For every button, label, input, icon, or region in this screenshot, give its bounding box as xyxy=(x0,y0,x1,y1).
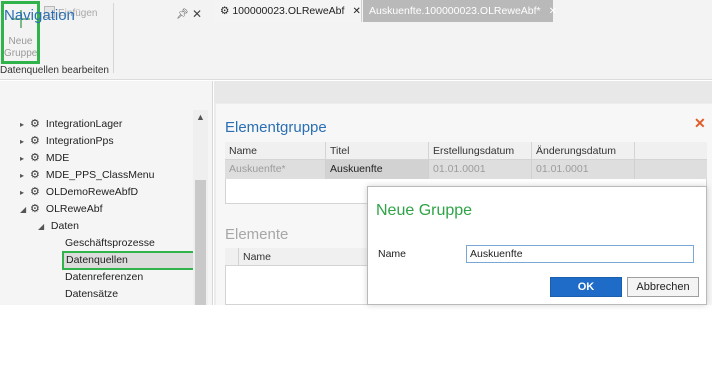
module-gear-icon: ⚙ xyxy=(30,152,40,164)
scroll-up-icon[interactable]: ▲ xyxy=(196,112,205,122)
collapse-arrow-icon[interactable]: ◢ xyxy=(38,219,48,235)
scrollbar-thumb[interactable] xyxy=(195,180,206,305)
close-document-icon[interactable]: ✕ xyxy=(694,115,706,132)
column-header-erstellungsdatum[interactable]: Erstellungsdatum xyxy=(429,142,532,160)
collapse-arrow-icon[interactable]: ◢ xyxy=(20,202,30,218)
module-gear-icon: ⚙ xyxy=(220,5,230,17)
dialog-title: Neue Gruppe xyxy=(376,202,473,219)
name-label: Name xyxy=(378,248,407,260)
module-gear-icon: ⚙ xyxy=(30,186,40,198)
pin-icon[interactable]: 📌︎ xyxy=(176,9,189,20)
tree-item-datenquellen[interactable]: Datenquellen xyxy=(62,251,195,270)
column-header-empty xyxy=(635,142,707,160)
expand-arrow-icon[interactable]: ▸ xyxy=(20,117,30,133)
tree-item-integrationlager[interactable]: ▸ ⚙ IntegrationLager xyxy=(20,116,122,132)
grid-corner xyxy=(225,248,239,266)
close-navigation-icon[interactable]: ✕ xyxy=(192,7,202,21)
tree-item-datensaetze[interactable]: Datensätze xyxy=(65,286,118,302)
column-header-titel[interactable]: Titel xyxy=(326,142,429,160)
column-header-aenderungsdatum[interactable]: Änderungsdatum xyxy=(532,142,635,160)
expand-arrow-icon[interactable]: ▸ xyxy=(20,151,30,167)
elementgruppe-title: Elementgruppe xyxy=(225,119,327,136)
ribbon-separator xyxy=(113,3,114,73)
expand-arrow-icon[interactable]: ▸ xyxy=(20,134,30,150)
tree-item-daten[interactable]: ◢ Daten xyxy=(38,218,79,234)
cancel-button[interactable]: Abbrechen xyxy=(627,277,699,297)
cell-empty xyxy=(635,160,707,179)
expand-arrow-icon[interactable]: ▸ xyxy=(20,185,30,201)
name-input[interactable] xyxy=(466,245,694,263)
cell-erstellungsdatum[interactable]: 01.01.0001 xyxy=(429,160,532,179)
close-tab-icon[interactable]: ✕ xyxy=(549,6,557,17)
cell-aenderungsdatum[interactable]: 01.01.0001 xyxy=(532,160,635,179)
module-gear-icon: ⚙ xyxy=(30,135,40,147)
module-gear-icon: ⚙ xyxy=(30,118,40,130)
ok-button[interactable]: OK xyxy=(550,277,622,297)
navigation-title: Navigation xyxy=(4,7,75,24)
tab-olreweabf[interactable]: ⚙ 100000023.OLReweAbf ✕ xyxy=(214,0,362,22)
tab-auskuenfte[interactable]: Auskuenfte.100000023.OLReweAbf* ✕ xyxy=(363,0,557,22)
tree-item-mde-pps-classmenu[interactable]: ▸ ⚙ MDE_PPS_ClassMenu xyxy=(20,167,154,183)
tree-item-mde[interactable]: ▸ ⚙ MDE xyxy=(20,150,69,166)
tab-bar xyxy=(214,81,712,103)
expand-arrow-icon[interactable]: ▸ xyxy=(20,168,30,184)
ribbon-group-label: Datenquellen bearbeiten xyxy=(0,65,109,76)
tree-item-oldemoreweabfd[interactable]: ▸ ⚙ OLDemoReweAbfD xyxy=(20,184,138,200)
module-gear-icon: ⚙ xyxy=(30,203,40,215)
cell-name[interactable]: Auskuenfte* xyxy=(225,160,326,179)
elemente-title: Elemente xyxy=(225,226,289,243)
cell-titel[interactable]: Auskuenfte xyxy=(326,160,429,179)
new-group-label: Neue Gruppe xyxy=(4,36,38,59)
module-gear-icon: ⚙ xyxy=(30,169,40,181)
column-header-name[interactable]: Name xyxy=(225,142,326,160)
tree-item-integrationpps[interactable]: ▸ ⚙ IntegrationPps xyxy=(20,133,114,149)
tree-item-geschaeftsprozesse[interactable]: Geschäftsprozesse xyxy=(65,235,155,251)
tree-item-datenreferenzen[interactable]: Datenreferenzen xyxy=(65,269,143,285)
tree-item-olreweabf[interactable]: ◢ ⚙ OLReweAbf xyxy=(20,201,103,217)
close-tab-icon[interactable]: ✕ xyxy=(352,6,360,17)
